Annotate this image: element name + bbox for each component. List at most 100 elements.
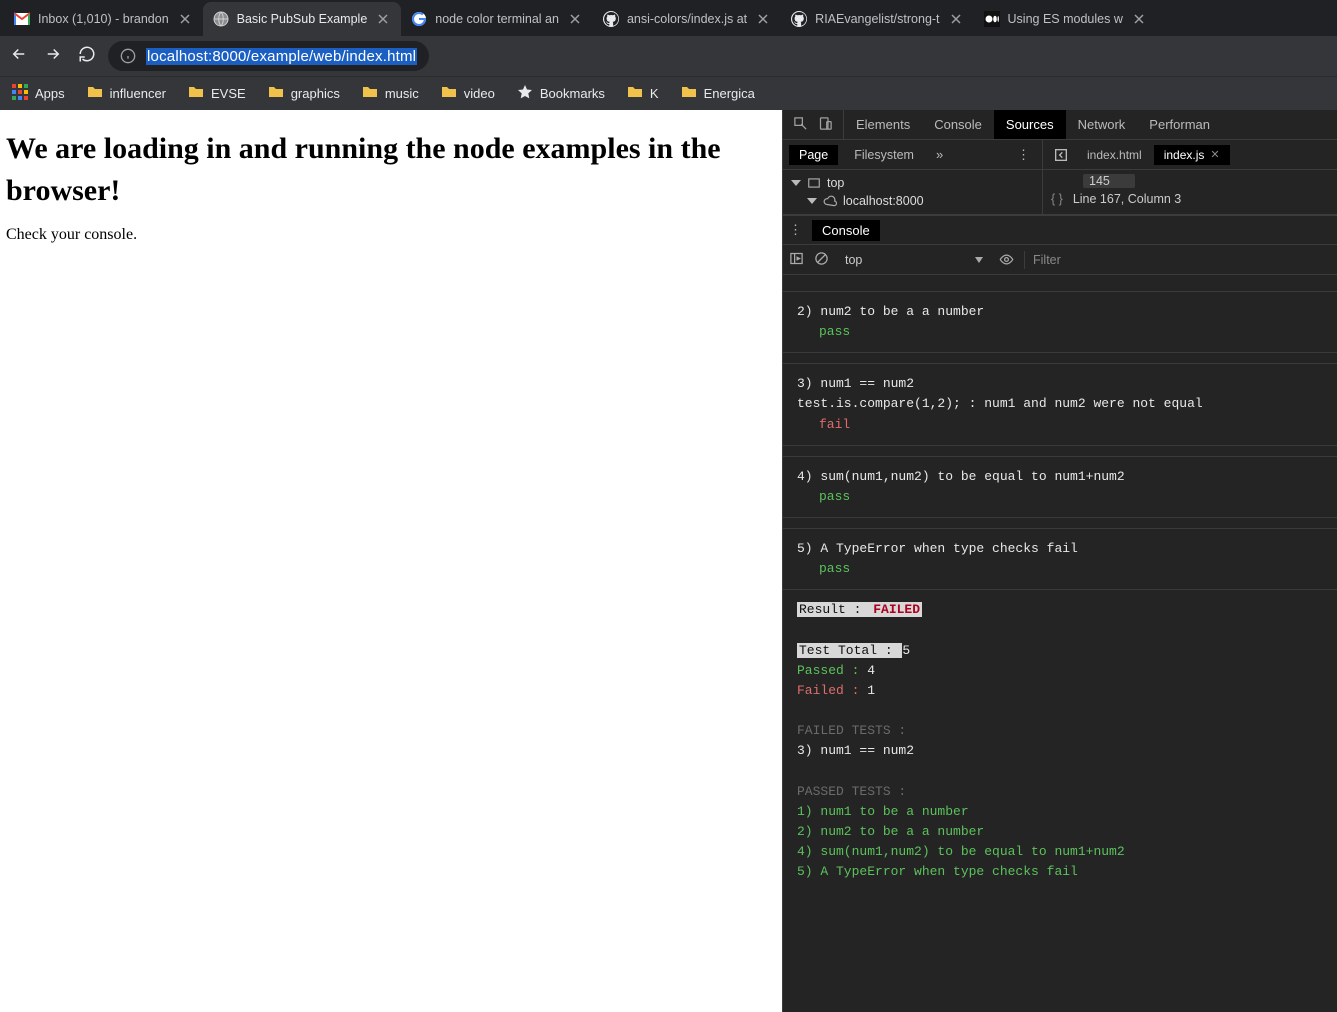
sources-nav-page[interactable]: Page (789, 145, 838, 165)
cursor-position: Line 167, Column 3 (1073, 192, 1181, 206)
devtools-tab-console[interactable]: Console (922, 110, 994, 139)
bookmark-label: video (464, 86, 495, 101)
console-filter-input[interactable]: Filter (1024, 251, 1331, 269)
bookmark-item[interactable]: Energica (681, 84, 755, 103)
file-tab-label: index.js (1164, 148, 1205, 162)
bookmark-item[interactable]: K (627, 84, 659, 103)
bookmark-item[interactable]: video (441, 84, 495, 103)
bookmark-label: graphics (291, 86, 340, 101)
context-label: top (845, 253, 862, 267)
devtools-tab-sources[interactable]: Sources (994, 110, 1066, 139)
console-log-line: pass (797, 322, 1323, 342)
close-icon[interactable] (948, 11, 964, 27)
line-number-box[interactable]: 145 (1083, 174, 1135, 188)
browser-toolbar: localhost:8000/example/web/index.html (0, 36, 1337, 76)
address-bar[interactable]: localhost:8000/example/web/index.html (108, 41, 429, 71)
browser-tab[interactable]: RIAEvangelist/strong-t (781, 2, 973, 36)
reload-button[interactable] (78, 45, 96, 68)
console-log-line: pass (797, 487, 1323, 507)
console-summary: Result : FAILED Test Total : 5Passed : 4… (783, 590, 1337, 884)
chevron-down-icon (807, 198, 817, 204)
favicon-icon (213, 11, 229, 27)
sources-file-tree[interactable]: top localhost:8000 (783, 170, 1042, 214)
editor-status: 145 { } Line 167, Column 3 (1043, 170, 1337, 210)
tab-title: Basic PubSub Example (237, 12, 368, 26)
file-tab-index-js[interactable]: index.js ✕ (1154, 145, 1230, 165)
folder-icon (441, 84, 457, 103)
bookmark-label: Apps (35, 86, 65, 101)
sources-nav-more-icon[interactable]: » (930, 147, 949, 162)
console-log-line: pass (797, 559, 1323, 579)
tree-label: localhost:8000 (843, 194, 924, 208)
sources-nav-kebab-icon[interactable]: ⋮ (1011, 147, 1036, 163)
device-toggle-icon[interactable] (818, 116, 833, 134)
console-log-group: 4) sum(num1,num2) to be equal to num1+nu… (783, 456, 1337, 518)
console-log-group: 3) num1 == num2test.is.compare(1,2); : n… (783, 363, 1337, 445)
tree-row-top[interactable]: top (785, 174, 1040, 192)
braces-icon[interactable]: { } (1051, 192, 1063, 206)
browser-tab[interactable]: Using ES modules w (974, 2, 1157, 36)
open-file-tabs: index.html index.js ✕ (1043, 140, 1337, 169)
tree-label: top (827, 176, 844, 190)
chevron-down-icon (975, 257, 983, 263)
folder-icon (188, 84, 204, 103)
clear-console-icon[interactable] (814, 251, 829, 269)
console-log-line: fail (797, 415, 1323, 435)
tab-title: Using ES modules w (1008, 12, 1123, 26)
bookmark-item[interactable]: music (362, 84, 419, 103)
console-log-line: 2) num2 to be a a number (797, 302, 1323, 322)
browser-tab[interactable]: node color terminal an (401, 2, 593, 36)
sources-nav-filesystem[interactable]: Filesystem (844, 145, 924, 165)
back-button[interactable] (10, 45, 28, 68)
close-icon[interactable] (567, 11, 583, 27)
console-log-line: test.is.compare(1,2); : num1 and num2 we… (797, 394, 1323, 414)
page-heading: We are loading in and running the node e… (6, 128, 776, 212)
devtools-tab-elements[interactable]: Elements (844, 110, 922, 139)
close-icon[interactable]: ✕ (1210, 148, 1219, 161)
console-sidebar-toggle-icon[interactable] (789, 251, 804, 269)
console-context-select[interactable]: top (839, 251, 989, 269)
browser-tab[interactable]: Basic PubSub Example (203, 2, 402, 36)
file-step-back-icon[interactable] (1047, 147, 1075, 163)
console-toolbar: top Filter (783, 245, 1337, 275)
chevron-down-icon (791, 180, 801, 186)
close-icon[interactable] (177, 11, 193, 27)
folder-icon (681, 84, 697, 103)
bookmark-item[interactable]: graphics (268, 84, 340, 103)
console-output[interactable]: 2) num2 to be a a numberpass3) num1 == n… (783, 275, 1337, 1012)
devtools-dock-controls (783, 110, 844, 139)
close-icon[interactable] (1131, 11, 1147, 27)
console-log-line: 4) sum(num1,num2) to be equal to num1+nu… (797, 467, 1323, 487)
browser-tab[interactable]: Inbox (1,010) - brandon (4, 2, 203, 36)
drawer-tab-console[interactable]: Console (812, 220, 880, 241)
bookmark-label: K (650, 86, 659, 101)
devtools-tab-network[interactable]: Network (1066, 110, 1138, 139)
close-icon[interactable] (755, 11, 771, 27)
file-tab-index-html[interactable]: index.html (1077, 145, 1152, 165)
tab-title: Inbox (1,010) - brandon (38, 12, 169, 26)
sources-subheader: Page Filesystem » ⋮ index.html index.js (783, 140, 1337, 170)
bookmark-item[interactable]: Bookmarks (517, 84, 605, 103)
bookmark-label: music (385, 86, 419, 101)
devtools-panel: ElementsConsoleSourcesNetworkPerforman P… (782, 110, 1337, 1012)
live-expression-icon[interactable] (999, 252, 1014, 267)
inspect-icon[interactable] (793, 116, 808, 134)
drawer-kebab-icon[interactable]: ⋮ (789, 222, 802, 238)
console-log-line: 3) num1 == num2 (797, 374, 1323, 394)
page-content: We are loading in and running the node e… (0, 110, 782, 1012)
url-text: localhost:8000/example/web/index.html (146, 48, 417, 65)
browser-tab[interactable]: ansi-colors/index.js at (593, 2, 781, 36)
forward-button[interactable] (44, 45, 62, 68)
tree-row-host[interactable]: localhost:8000 (785, 192, 1040, 210)
bookmark-item[interactable]: Apps (12, 84, 65, 103)
close-icon[interactable] (375, 11, 391, 27)
devtools-tab-performan[interactable]: Performan (1137, 110, 1222, 139)
folder-icon (268, 84, 284, 103)
page-body-text: Check your console. (6, 226, 776, 244)
favicon-icon (603, 11, 619, 27)
site-info-icon[interactable] (120, 48, 136, 64)
bookmark-item[interactable]: EVSE (188, 84, 246, 103)
bookmark-label: Bookmarks (540, 86, 605, 101)
sources-nav-tabs: Page Filesystem » ⋮ (783, 140, 1042, 169)
bookmark-item[interactable]: influencer (87, 84, 166, 103)
